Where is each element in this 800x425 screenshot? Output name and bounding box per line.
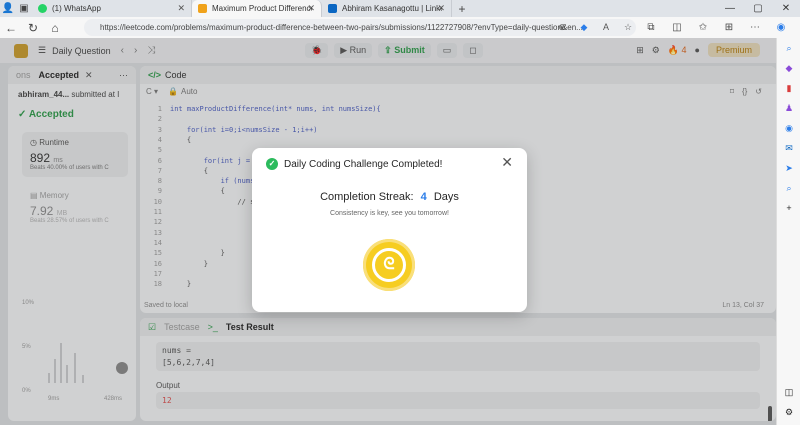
refresh-icon[interactable]: ↻ (22, 21, 44, 35)
streak-prefix: Completion Streak: (320, 191, 414, 203)
url-actions: ⊕ ◆ A ☆ (552, 19, 638, 36)
tab-leetcode[interactable]: Maximum Product Difference Be ✕ (192, 0, 322, 17)
home-icon[interactable]: ⌂ (44, 21, 66, 35)
profile-icon[interactable]: 👤 (0, 2, 16, 16)
completion-modal: ✓ Daily Coding Challenge Completed! ✕ Co… (252, 148, 527, 312)
extensions-icon[interactable]: ⧉ (640, 19, 662, 36)
window-controls: — ▢ ✕ (716, 0, 800, 17)
modal-header: ✓ Daily Coding Challenge Completed! (266, 158, 442, 170)
favorite-icon[interactable]: ☆ (618, 19, 638, 36)
coin-logo: ᘓ (372, 248, 406, 282)
bing-search-icon[interactable]: ⌕ (777, 178, 800, 198)
close-tab-icon[interactable]: ✕ (177, 3, 185, 14)
microsoft365-icon[interactable]: ◉ (777, 118, 800, 138)
modal-title: Daily Coding Challenge Completed! (284, 158, 443, 170)
menu-icon[interactable]: ⋯ (744, 19, 766, 36)
maximize-icon[interactable]: ▢ (744, 0, 772, 17)
tab-whatsapp[interactable]: (1) WhatsApp ✕ (32, 0, 192, 17)
workspaces-icon[interactable]: ▣ (16, 2, 32, 16)
search-icon[interactable]: ⌕ (777, 38, 800, 58)
drop-icon[interactable]: ➤ (777, 158, 800, 178)
sidebar-settings-icon[interactable]: ⚙ (777, 402, 800, 422)
extension-icon[interactable]: ◆ (574, 19, 594, 36)
modal-subtitle: Consistency is key, see you tomorrow! (330, 210, 449, 217)
tab-label: (1) WhatsApp (52, 4, 101, 13)
favorites-icon[interactable]: ✩ (692, 19, 714, 36)
outlook-icon[interactable]: ✉ (777, 138, 800, 158)
whatsapp-icon (38, 4, 47, 13)
url-text: https://leetcode.com/problems/maximum-pr… (100, 23, 583, 32)
browser-tab-bar: 👤 ▣ (1) WhatsApp ✕ Maximum Product Diffe… (0, 0, 800, 17)
address-bar-row: ← ↻ ⌂ https://leetcode.com/problems/maxi… (0, 17, 800, 38)
split-screen-icon[interactable]: ◫ (666, 19, 688, 36)
minimize-icon[interactable]: — (716, 0, 744, 17)
streak-suffix: Days (433, 191, 459, 203)
sidebar-layout-icon[interactable]: ◫ (777, 382, 800, 402)
close-tab-icon[interactable]: ✕ (437, 3, 445, 14)
tab-label: Abhiram Kasanagottu | LinkedIn (342, 4, 442, 13)
read-aloud-icon[interactable]: A (596, 19, 616, 36)
new-tab-button[interactable]: + (452, 2, 472, 16)
edge-sidebar: ⌕ ◆ ▮ ♟ ◉ ✉ ➤ ⌕ + ◫ ⚙ (776, 38, 800, 425)
streak-number: 4 (420, 191, 427, 203)
check-circle-icon: ✓ (266, 158, 278, 170)
leetcode-icon (198, 4, 207, 13)
linkedin-icon (328, 4, 337, 13)
collections-icon[interactable]: ⊞ (718, 19, 740, 36)
copilot-icon[interactable]: ◉ (770, 19, 792, 36)
tools-icon[interactable]: ▮ (777, 78, 800, 98)
browser-toolbar: ⧉ ◫ ✩ ⊞ ⋯ ◉ (640, 19, 792, 36)
leetcode-coin-icon: ᘓ (363, 239, 415, 291)
streak-text: Completion Streak: 4 Days (252, 191, 527, 203)
add-sidebar-icon[interactable]: + (777, 198, 800, 218)
shopping-icon[interactable]: ◆ (777, 58, 800, 78)
close-tab-icon[interactable]: ✕ (307, 3, 315, 14)
games-icon[interactable]: ♟ (777, 98, 800, 118)
back-icon[interactable]: ← (0, 21, 22, 35)
close-icon[interactable]: ✕ (501, 154, 513, 171)
zoom-icon[interactable]: ⊕ (552, 19, 572, 36)
tab-label: Maximum Product Difference Be (212, 4, 312, 13)
close-window-icon[interactable]: ✕ (772, 0, 800, 17)
tab-linkedin[interactable]: Abhiram Kasanagottu | LinkedIn ✕ (322, 0, 452, 17)
